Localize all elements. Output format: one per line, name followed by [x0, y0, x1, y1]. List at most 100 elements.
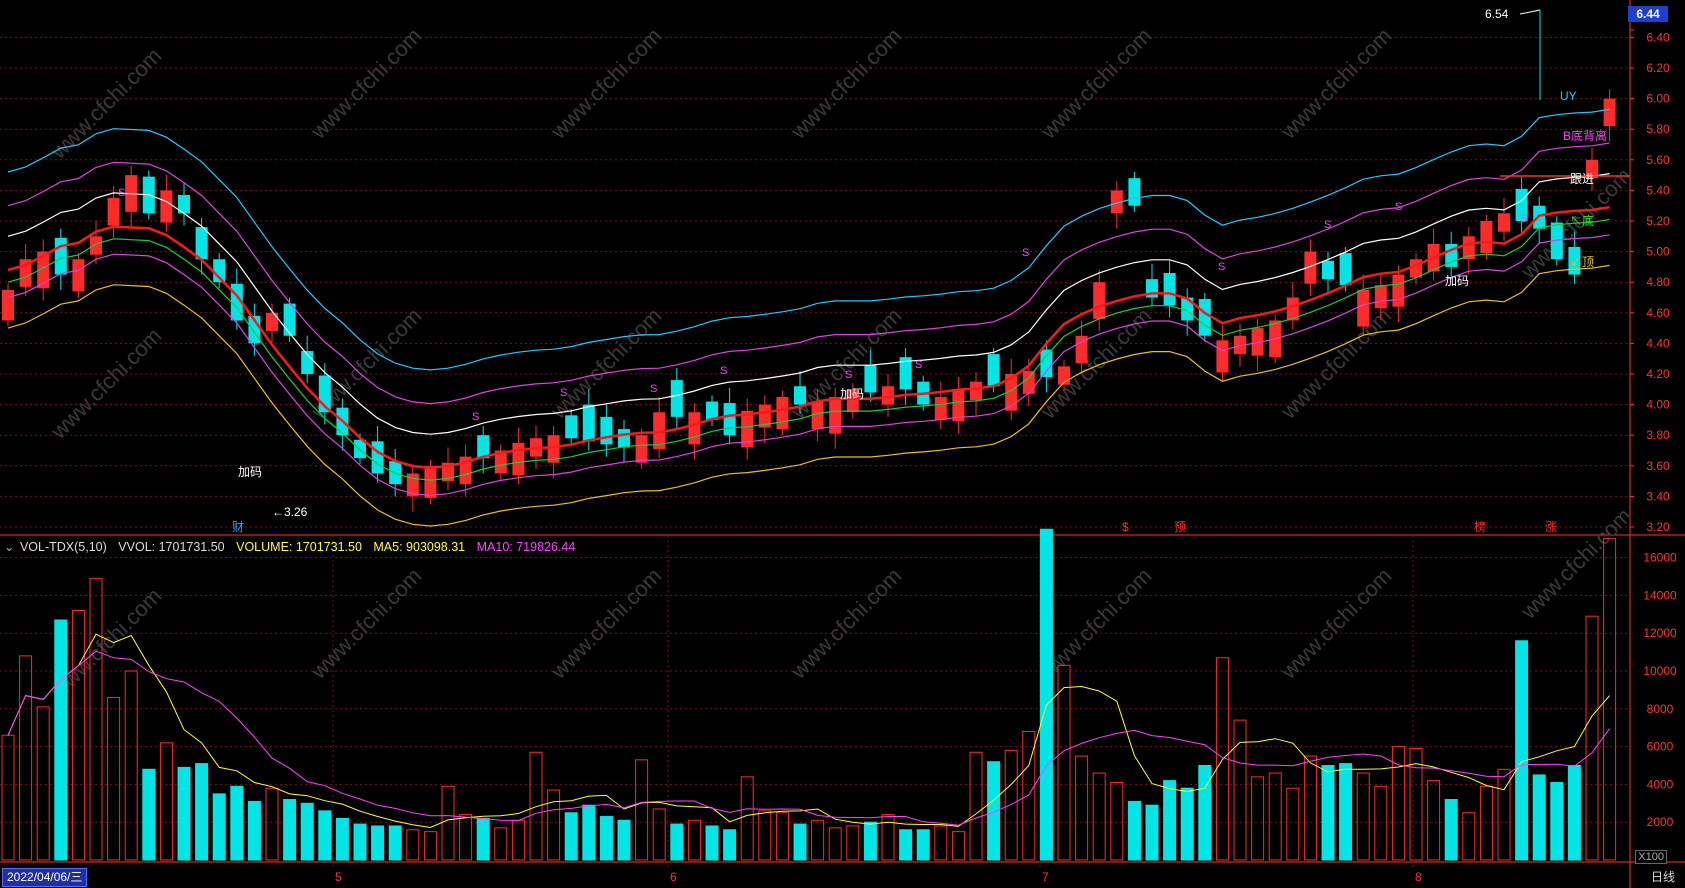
volume-bar: [1, 734, 15, 861]
volume-bar: [547, 789, 561, 861]
signal-s-marker: S: [915, 359, 922, 371]
candle-body: [1603, 98, 1616, 127]
price-tick-label: 3.60: [1646, 459, 1670, 473]
volume-bar: [723, 829, 737, 861]
event-marker-cai: 财: [232, 520, 244, 534]
indicator-header: ⌄ VOL-TDX(5,10) VVOL: 1701731.50 VOLUME:…: [0, 538, 583, 556]
volume-bar: [1198, 765, 1212, 861]
candle-body: [670, 380, 683, 417]
candle-body: [1216, 340, 1229, 373]
volume-bar: [1427, 780, 1441, 861]
volume-bar: [1321, 765, 1335, 861]
volume-bar: [1603, 538, 1617, 861]
volume-bar: [212, 793, 226, 861]
volume-bar: [142, 768, 156, 861]
candle-body: [1163, 273, 1176, 306]
event-marker-bang: 榜: [1474, 519, 1486, 534]
indicator-name[interactable]: VOL-TDX(5,10): [20, 540, 107, 554]
volume-bar: [353, 823, 367, 861]
price-tick-label: 6.20: [1646, 61, 1670, 75]
volume-bar: [1462, 812, 1476, 861]
candle-body: [1374, 285, 1387, 309]
current-price-badge: 6.44: [1628, 6, 1668, 22]
volume-bar: [476, 817, 490, 861]
volume-bar: [1004, 749, 1018, 861]
period-selector[interactable]: 日线: [1651, 868, 1675, 885]
volume-bar: [89, 577, 103, 861]
watermark-text: www.cfchi.com: [1275, 563, 1396, 684]
volume-bar: [1039, 528, 1053, 861]
volume-bar: [881, 814, 895, 861]
signal-s-marker: S: [1324, 219, 1331, 231]
volume-bar: [159, 742, 173, 861]
signal-s-marker: S: [650, 383, 657, 395]
volume-bar: [494, 827, 508, 861]
volume-bar: [1180, 787, 1194, 861]
volume-bar: [1057, 664, 1071, 861]
price-panel[interactable]: [0, 0, 1630, 535]
volume-bar: [1479, 785, 1493, 861]
volume-bar: [599, 816, 613, 861]
candle-body: [970, 381, 982, 401]
event-marker-yu: 预: [1174, 520, 1186, 534]
candle-body: [1410, 259, 1422, 278]
candle-body: [1022, 370, 1035, 394]
signal-s-marker: S: [1520, 213, 1527, 225]
indicator-menu-icon[interactable]: ⌄: [4, 540, 14, 554]
volume-bar: [582, 804, 596, 861]
volume-bar: [1356, 772, 1370, 861]
volume-bar: [916, 829, 930, 861]
volume-bar: [740, 776, 754, 861]
watermark-text: www.cfchi.com: [785, 563, 906, 684]
price-tick-label: 4.80: [1646, 275, 1670, 289]
volume-bar: [775, 812, 789, 861]
candle-body: [829, 396, 842, 434]
volume-bar: [335, 817, 349, 861]
volume-bar: [423, 831, 437, 861]
chart-canvas[interactable]: 6.40 6.20 6.00 5.80 5.60 5.40 5.20 5.00 4.80 4.60…: [0, 0, 1685, 888]
volume-bar: [846, 825, 860, 861]
signal-s-marker: S: [1022, 247, 1029, 259]
signal-add-label: 加码: [238, 465, 262, 479]
price-tick-label: 6.40: [1646, 30, 1670, 44]
volume-bar: [107, 696, 121, 861]
candle-body: [512, 442, 525, 475]
candle-body: [987, 354, 1000, 387]
price-tick-label: 4.60: [1646, 306, 1670, 320]
volume-bar: [934, 825, 948, 861]
volume-bar: [1550, 782, 1564, 861]
volume-bar: [1092, 772, 1106, 861]
candle-body: [90, 236, 102, 255]
candle-body: [1322, 260, 1334, 280]
watermark-text: www.cfchi.com: [545, 563, 666, 684]
volume-bar: [758, 810, 772, 861]
signal-uy-label: UY: [1560, 89, 1577, 103]
volume-tick-label: 12000: [1643, 626, 1677, 640]
volume-bar: [899, 829, 913, 861]
volume-bar: [1286, 787, 1300, 861]
volume-bar: [388, 825, 402, 861]
volume-bar: [265, 787, 279, 861]
volume-bar: [124, 670, 138, 861]
signal-bottom-divergence-label: B底背离: [1563, 128, 1607, 143]
event-marker-dollar: $: [1122, 520, 1129, 534]
candle-body: [1480, 221, 1493, 254]
volume-bar: [19, 655, 33, 861]
candle-body: [1498, 213, 1510, 232]
volume-bar: [1567, 765, 1581, 861]
volume-bar: [635, 759, 649, 861]
candle-body: [72, 259, 85, 292]
price-tick-label: 4.20: [1646, 367, 1670, 381]
low-price-marker: ←3.26: [272, 505, 308, 519]
volume-bar: [687, 819, 701, 861]
volume-tick-label: 4000: [1647, 777, 1674, 791]
volume-bar: [793, 823, 807, 861]
signal-s-marker: S: [720, 365, 727, 377]
watermark-text: www.cfchi.com: [1035, 563, 1156, 684]
indicator-vvol: VVOL: 1701731.50: [118, 540, 225, 554]
candle-body: [794, 386, 806, 405]
price-tick-label: 5.80: [1646, 122, 1670, 136]
signal-add-label: 加码: [840, 387, 864, 401]
candle-body: [195, 227, 208, 260]
volume-bar: [1233, 719, 1247, 861]
